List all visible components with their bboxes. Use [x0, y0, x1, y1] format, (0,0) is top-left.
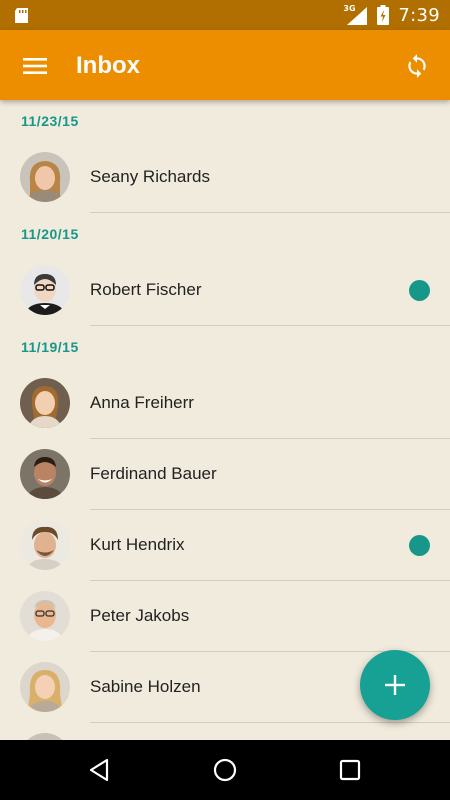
back-icon	[89, 758, 109, 782]
home-button[interactable]	[210, 755, 240, 785]
contact-name: Ferdinand Bauer	[90, 464, 217, 483]
signal-icon: 3G	[343, 4, 368, 25]
sync-icon	[408, 54, 426, 78]
list-item[interactable]: Peter Jakobs	[0, 581, 450, 652]
unread-indicator	[409, 280, 430, 301]
page-title: Inbox	[76, 52, 140, 79]
sd-card-icon	[15, 8, 28, 23]
plus-icon	[385, 675, 405, 695]
contact-name: Kurt Hendrix	[90, 535, 185, 554]
list-item[interactable]: Anna Freiherr	[0, 368, 450, 439]
app-bar: Inbox	[0, 30, 450, 100]
date-header: 11/23/15	[21, 113, 79, 129]
contact-name: Seany Richards	[90, 167, 211, 186]
avatar	[20, 591, 70, 641]
list-item[interactable]: Kurt Hendrix	[0, 510, 450, 581]
status-bar: 3G 7:39	[0, 0, 450, 30]
status-time: 7:39	[398, 4, 440, 26]
inbox-list: 11/23/15 Seany Richards 11/20/15 Robert …	[0, 100, 450, 740]
date-header: 11/19/15	[21, 339, 79, 355]
divider	[90, 212, 450, 213]
avatar	[20, 152, 70, 202]
avatar	[20, 449, 70, 499]
compose-fab-button[interactable]	[360, 650, 430, 720]
avatar	[20, 733, 70, 740]
unread-indicator	[409, 535, 430, 556]
list-item[interactable]	[0, 723, 450, 740]
list-item[interactable]: Ferdinand Bauer	[0, 439, 450, 510]
avatar	[20, 520, 70, 570]
hamburger-menu-icon	[23, 58, 47, 74]
avatar	[20, 265, 70, 315]
contact-name: Peter Jakobs	[90, 606, 190, 625]
refresh-button[interactable]	[400, 49, 434, 83]
recents-button[interactable]	[335, 755, 365, 785]
date-header: 11/20/15	[21, 226, 79, 242]
recents-icon	[339, 759, 361, 781]
back-button[interactable]	[84, 755, 114, 785]
divider	[90, 325, 450, 326]
system-nav-bar	[0, 740, 450, 800]
list-item[interactable]: Robert Fischer	[0, 255, 450, 326]
menu-button[interactable]	[18, 49, 52, 83]
contact-name: Robert Fischer	[90, 280, 202, 299]
contact-name: Anna Freiherr	[90, 393, 194, 412]
list-item[interactable]: Seany Richards	[0, 142, 450, 213]
battery-charging-icon	[377, 5, 390, 25]
contact-name: Sabine Holzen	[90, 677, 201, 696]
home-icon	[213, 758, 237, 782]
avatar	[20, 378, 70, 428]
avatar	[20, 662, 70, 712]
